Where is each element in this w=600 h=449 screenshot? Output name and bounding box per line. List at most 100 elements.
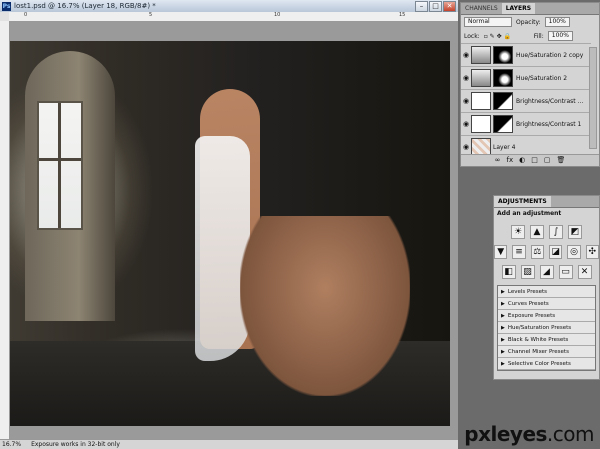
layer-mask-thumbnail[interactable] — [493, 69, 513, 87]
color-balance-icon[interactable]: ⚖ — [530, 245, 544, 259]
layer-row[interactable]: ◉ Hue/Saturation 2 — [461, 66, 591, 89]
tab-adjustments[interactable]: ADJUSTMENTS — [494, 196, 551, 207]
vibrance-icon[interactable]: ▼ — [494, 245, 508, 259]
ruler-tick: 10 — [274, 12, 281, 18]
layers-panel: CHANNELS LAYERS Normal Opacity: 100% Loc… — [460, 2, 600, 167]
expand-arrow-icon[interactable]: ▶ — [501, 361, 505, 367]
adjustments-panel-tabs: ADJUSTMENTS — [494, 196, 599, 208]
preset-label: Hue/Saturation Presets — [507, 324, 572, 331]
expand-arrow-icon[interactable]: ▶ — [501, 313, 505, 319]
blend-mode-select[interactable]: Normal — [464, 17, 512, 27]
layer-name: Hue/Saturation 2 — [516, 74, 568, 82]
preset-black-white[interactable]: ▶ Black & White Presets — [498, 334, 595, 346]
horizontal-ruler[interactable]: 0 5 10 15 — [9, 12, 458, 22]
gradient-map-icon[interactable]: ▭ — [558, 265, 573, 279]
layers-panel-footer: ∞ fx ◐ □ ▢ 🗑 — [461, 154, 599, 166]
brightness-icon[interactable]: ☀ — [511, 225, 525, 239]
layers-scrollbar[interactable] — [589, 47, 597, 149]
expand-arrow-icon[interactable]: ▶ — [501, 301, 505, 307]
layer-row[interactable]: ◉ Brightness/Contrast 1 — [461, 112, 591, 135]
window-controls: – □ ✕ — [415, 0, 456, 12]
preset-levels[interactable]: ▶ Levels Presets — [498, 286, 595, 298]
photoshop-icon: Ps — [2, 1, 11, 11]
preset-curves[interactable]: ▶ Curves Presets — [498, 298, 595, 310]
layer-name: Hue/Saturation 2 copy — [516, 51, 584, 59]
maximize-button[interactable]: □ — [429, 0, 442, 12]
status-bar: 16.7% Exposure works in 32-bit only — [0, 439, 458, 449]
preset-channel-mixer[interactable]: ▶ Channel Mixer Presets — [498, 346, 595, 358]
watermark-brand: pxleyes — [464, 422, 547, 446]
visibility-eye-icon[interactable]: ◉ — [461, 97, 471, 105]
preset-label: Curves Presets — [507, 300, 549, 307]
new-layer-icon[interactable]: ▢ — [544, 155, 551, 166]
expand-arrow-icon[interactable]: ▶ — [501, 325, 505, 331]
document-title: lost1.psd @ 16.7% (Layer 18, RGB/8#) * — [14, 2, 156, 10]
expand-arrow-icon[interactable]: ▶ — [501, 337, 505, 343]
seated-figure-image — [240, 216, 410, 396]
vertical-ruler[interactable] — [0, 21, 10, 439]
posterize-icon[interactable]: ▨ — [520, 265, 535, 279]
photo-filter-icon[interactable]: ◎ — [567, 245, 581, 259]
watermark-suffix: .com — [546, 422, 595, 446]
visibility-eye-icon[interactable]: ◉ — [461, 143, 471, 151]
layer-name: Brightness/Contrast ... — [516, 97, 584, 105]
fill-label: Fill: — [533, 32, 544, 40]
adjustments-heading: Add an adjustment — [497, 210, 562, 217]
brightness-thumbnail-icon — [471, 92, 491, 110]
levels-icon[interactable]: ▲ — [530, 225, 544, 239]
invert-icon[interactable]: ◧ — [501, 265, 516, 279]
curves-icon[interactable]: ∫ — [549, 225, 563, 239]
preset-exposure[interactable]: ▶ Exposure Presets — [498, 310, 595, 322]
preset-selective-color[interactable]: ▶ Selective Color Presets — [498, 358, 595, 370]
new-group-icon[interactable]: □ — [531, 155, 538, 166]
link-layers-icon[interactable]: ∞ — [495, 155, 501, 166]
adjustment-layer-icon[interactable]: ◐ — [519, 155, 525, 166]
fill-field[interactable]: 100% — [547, 31, 573, 41]
ruler-tick: 0 — [24, 12, 28, 18]
adjustment-icons-row-3: ◧ ▨ ◢ ▭ ✕ — [494, 265, 599, 279]
close-button[interactable]: ✕ — [443, 0, 456, 12]
brightness-thumbnail-icon — [471, 115, 491, 133]
ruler-tick: 5 — [149, 12, 153, 18]
layer-row[interactable]: ◉ Hue/Saturation 2 copy — [461, 43, 591, 66]
hue-saturation-icon[interactable]: ≡ — [512, 245, 526, 259]
adjustment-thumbnail-icon — [471, 46, 491, 64]
tab-layers[interactable]: LAYERS — [501, 3, 536, 14]
blend-options: Normal Opacity: 100% — [461, 15, 599, 29]
window-light-image — [37, 101, 83, 230]
layer-mask-thumbnail[interactable] — [493, 92, 513, 110]
opacity-label: Opacity: — [516, 18, 541, 26]
trash-icon[interactable]: 🗑 — [556, 155, 565, 166]
exposure-icon[interactable]: ◩ — [568, 225, 582, 239]
pxleyes-watermark: pxleyes.com — [464, 422, 594, 446]
opacity-field[interactable]: 100% — [544, 17, 570, 27]
channel-mixer-icon[interactable]: ✣ — [585, 245, 599, 259]
black-white-icon[interactable]: ◪ — [549, 245, 563, 259]
preset-label: Levels Presets — [507, 288, 548, 295]
lock-options: Lock: ▫ ✎ ✥ 🔒 Fill: 100% — [461, 29, 599, 43]
layer-mask-thumbnail[interactable] — [493, 115, 513, 133]
zoom-level[interactable]: 16.7% — [2, 441, 21, 448]
tab-channels[interactable]: CHANNELS — [461, 3, 502, 14]
layer-row[interactable]: ◉ Brightness/Contrast ... — [461, 89, 591, 112]
layer-mask-thumbnail[interactable] — [493, 46, 513, 64]
arched-window-image — [25, 51, 115, 321]
preset-label: Exposure Presets — [507, 312, 556, 319]
minimize-button[interactable]: – — [415, 0, 428, 12]
visibility-eye-icon[interactable]: ◉ — [461, 74, 471, 82]
expand-arrow-icon[interactable]: ▶ — [501, 349, 505, 355]
threshold-icon[interactable]: ◢ — [539, 265, 554, 279]
visibility-eye-icon[interactable]: ◉ — [461, 51, 471, 59]
layer-name: Brightness/Contrast 1 — [516, 120, 582, 128]
lock-icons[interactable]: ▫ ✎ ✥ 🔒 — [484, 33, 530, 40]
document-canvas[interactable] — [10, 41, 450, 426]
preset-label: Black & White Presets — [507, 336, 569, 343]
adjustment-icons-row-1: ☀ ▲ ∫ ◩ — [494, 225, 599, 239]
adjustment-icons-row-2: ▼ ≡ ⚖ ◪ ◎ ✣ — [494, 245, 599, 259]
fx-icon[interactable]: fx — [506, 155, 513, 166]
layers-panel-tabs: CHANNELS LAYERS — [461, 3, 599, 15]
visibility-eye-icon[interactable]: ◉ — [461, 120, 471, 128]
expand-arrow-icon[interactable]: ▶ — [501, 289, 505, 295]
selective-color-icon[interactable]: ✕ — [577, 265, 592, 279]
preset-hue-saturation[interactable]: ▶ Hue/Saturation Presets — [498, 322, 595, 334]
